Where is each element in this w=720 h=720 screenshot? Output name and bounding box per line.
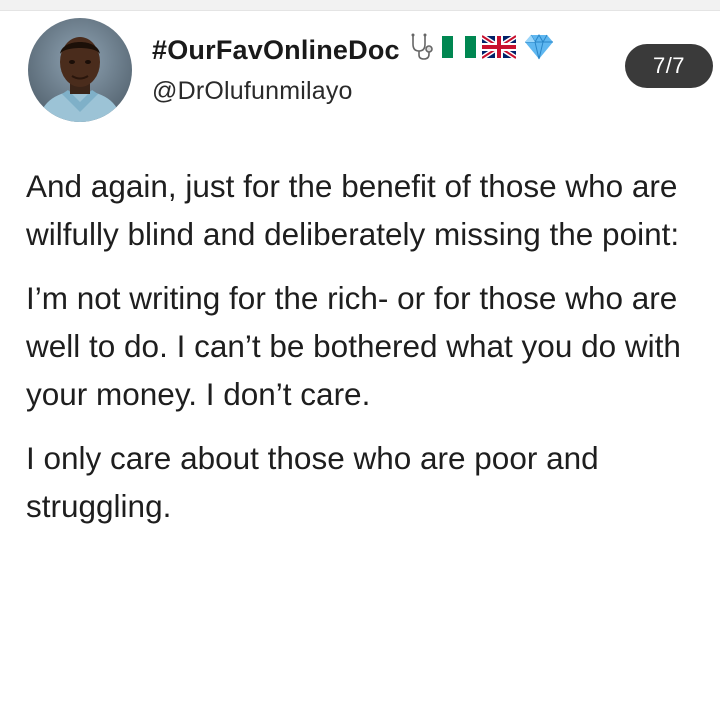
post-body: And again, just for the benefit of those…: [26, 162, 716, 546]
author-name-row: #OurFavOnlineDoc: [152, 32, 556, 69]
avatar-image: [28, 18, 132, 122]
post-paragraph-2: I’m not writing for the rich- or for tho…: [26, 280, 681, 412]
diamond-icon: [522, 33, 556, 68]
stethoscope-icon: [406, 32, 436, 69]
author-info: #OurFavOnlineDoc @DrOlufunmilayo: [152, 32, 556, 106]
author-display-name[interactable]: #OurFavOnlineDoc: [152, 35, 400, 66]
avatar[interactable]: [28, 18, 132, 122]
post-paragraph-1: And again, just for the benefit of those…: [26, 168, 680, 252]
page-indicator: 7/7: [625, 44, 713, 88]
author-handle[interactable]: @DrOlufunmilayo: [152, 77, 556, 106]
uk-flag-icon: [480, 33, 518, 67]
nigeria-flag-icon: [441, 34, 476, 67]
post-paragraph-3: I only care about those who are poor and…: [26, 440, 599, 524]
top-divider: [0, 0, 720, 11]
post-header: #OurFavOnlineDoc @DrOlufunmilayo 7/7: [28, 18, 713, 128]
